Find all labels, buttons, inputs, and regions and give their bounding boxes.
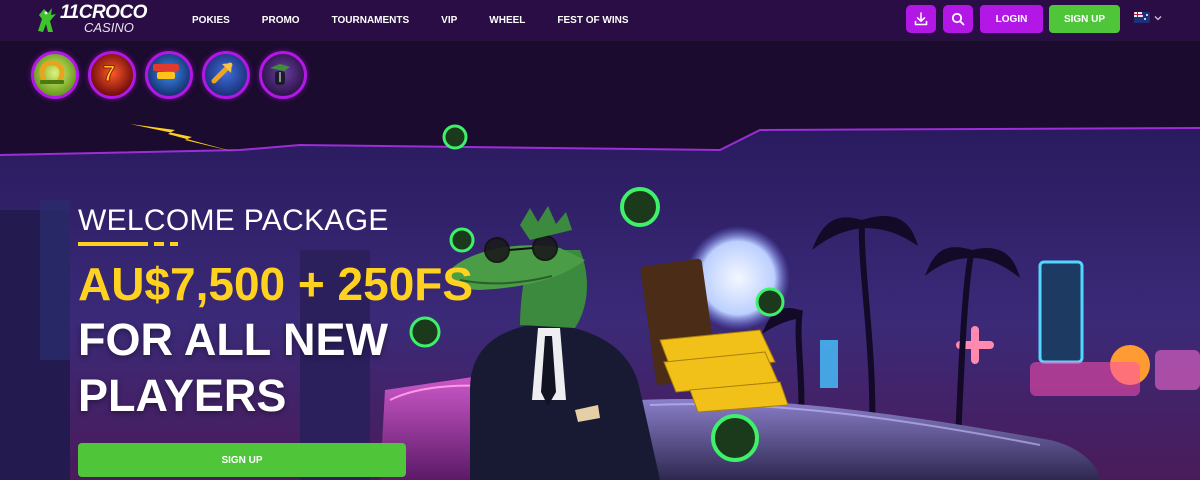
quick-game-big-bass[interactable] — [145, 51, 193, 99]
big-bass-1000-game-icon — [153, 64, 179, 79]
hero-signup-button[interactable]: SIGN UP — [78, 443, 406, 477]
croco-logo-icon — [38, 8, 56, 32]
search-button[interactable] — [943, 5, 973, 33]
nav-promo[interactable]: PROMO — [262, 15, 300, 26]
quick-game-crash-arrow[interactable] — [202, 51, 250, 99]
nav-fest-of-wins[interactable]: FEST OF WINS — [557, 15, 628, 26]
lucky-seven-icon: 7 — [102, 61, 115, 87]
signup-button[interactable]: SIGN UP — [1049, 5, 1120, 33]
quick-game-lucky-seven[interactable]: 7 — [88, 51, 136, 99]
svg-text:7: 7 — [103, 61, 115, 86]
search-icon — [951, 12, 965, 26]
chevron-down-icon — [1154, 15, 1162, 20]
eyebrow-underline — [78, 242, 178, 246]
download-icon — [914, 12, 928, 26]
quick-games: 7 — [31, 51, 316, 99]
croco-agent-icon — [270, 64, 290, 85]
rising-arrow-icon — [211, 62, 233, 84]
nav-pokies[interactable]: POKIES — [192, 15, 230, 26]
australia-flag-icon — [1134, 12, 1150, 23]
logo-sub: CASINO — [84, 20, 134, 35]
welcome-eyebrow: WELCOME PACKAGE — [78, 204, 389, 237]
language-selector[interactable] — [1134, 12, 1163, 23]
login-button[interactable]: LOGIN — [980, 5, 1043, 33]
download-button[interactable] — [906, 5, 936, 33]
nav-tournaments[interactable]: TOURNAMENTS — [332, 15, 410, 26]
site-logo[interactable]: 11CROCO CASINO — [34, 3, 164, 37]
nav-wheel[interactable]: WHEEL — [489, 15, 525, 26]
hero-headline: FOR ALL NEW PLAYERS — [78, 314, 388, 421]
main-nav: POKIES PROMO TOURNAMENTS VIP WHEEL FEST … — [192, 0, 629, 40]
nav-vip[interactable]: VIP — [441, 15, 457, 26]
horseshoe-icon — [39, 60, 65, 84]
quick-game-croco-agent[interactable] — [259, 51, 307, 99]
bonus-amount: AU$7,500 + 250FS — [78, 258, 474, 310]
top-header: 11CROCO CASINO POKIES PROMO TOURNAMENTS … — [0, 0, 1200, 40]
quick-game-horseshoe[interactable] — [31, 51, 79, 99]
